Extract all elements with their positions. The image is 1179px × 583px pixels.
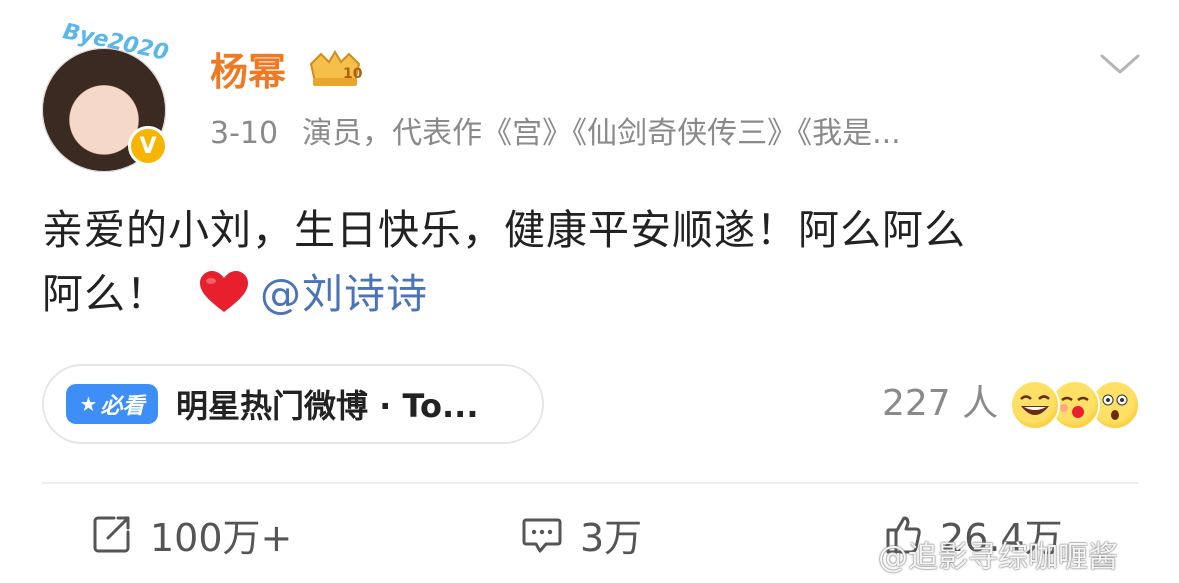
repost-icon [93,516,130,553]
red-heart-icon [200,271,248,312]
must-see-badge: ★ 必看 [66,384,158,424]
watermark: @追影寻综咖喱酱 [878,540,1118,575]
chevron-down-icon[interactable] [1098,48,1142,78]
must-see-label: 必看 [100,394,145,419]
post-line-2-container: 阿么！ @刘诗诗 [42,262,1142,326]
avatar[interactable]: Bye2020 V [40,19,171,172]
post-meta: 3-10 演员，代表作《宫》《仙剑奇侠传三》《我是... [210,112,901,156]
username[interactable]: 杨幂 [210,48,286,96]
mention-link[interactable]: @刘诗诗 [260,270,428,318]
comment-button[interactable]: 3万 [520,506,642,562]
comment-count: 3万 [580,515,643,560]
crown-level-badge-icon[interactable]: 10 [305,48,365,90]
repost-count: 100万+ [150,515,293,560]
topic-label: 明星热门微博 · To... [176,387,479,425]
post-content: 亲爱的小刘，生日快乐，健康平安顺遂！阿么阿么 阿么！ @刘诗诗 [42,198,1142,326]
post-line-2: 阿么！ [42,270,168,318]
laughing-emoji-icon [1010,380,1060,430]
topic-pill[interactable]: ★ 必看 明星热门微博 · To... [42,364,544,444]
post-date: 3-10 [210,116,279,151]
level-number: 10 [343,66,363,82]
verified-badge-icon: V [128,126,168,166]
comment-icon [522,518,562,553]
divider [42,482,1138,484]
post-line-1: 亲爱的小刘，生日快乐，健康平安顺遂！阿么阿么 [42,206,966,254]
reaction-emoji-stack[interactable] [1010,378,1140,432]
user-description: 演员，代表作《宫》《仙剑奇侠传三》《我是... [302,116,901,151]
star-icon: ★ [79,392,98,416]
reaction-count[interactable]: 227 人 [882,380,998,428]
repost-button[interactable]: 100万+ [90,506,292,562]
